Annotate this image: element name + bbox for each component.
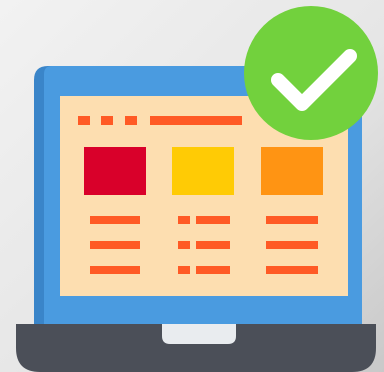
col2-line-2 — [196, 241, 230, 249]
col3-line-2 — [266, 241, 318, 249]
header-bar — [150, 116, 242, 125]
col2-bullet-3 — [178, 266, 190, 274]
col2-line-3 — [196, 266, 230, 274]
col1-line-2 — [90, 241, 140, 249]
col2-bullet-1 — [178, 216, 190, 224]
col3-line-1 — [266, 216, 318, 224]
col2-bullet-2 — [178, 241, 190, 249]
checkmark-badge-icon — [244, 6, 378, 140]
col1-line-3 — [90, 266, 140, 274]
tile-orange — [261, 147, 323, 195]
checkmark-badge-circle — [244, 6, 378, 140]
col2-line-1 — [196, 216, 230, 224]
header-dot-3 — [125, 116, 137, 125]
col3-line-3 — [266, 266, 318, 274]
laptop-base-notch — [162, 324, 236, 344]
col1-line-1 — [90, 216, 140, 224]
header-dot-2 — [101, 116, 113, 125]
tile-yellow — [172, 147, 234, 195]
header-dot-1 — [78, 116, 90, 125]
tile-red — [84, 147, 146, 195]
illustration-canvas — [0, 0, 384, 372]
laptop-checkmark-illustration — [0, 0, 384, 372]
